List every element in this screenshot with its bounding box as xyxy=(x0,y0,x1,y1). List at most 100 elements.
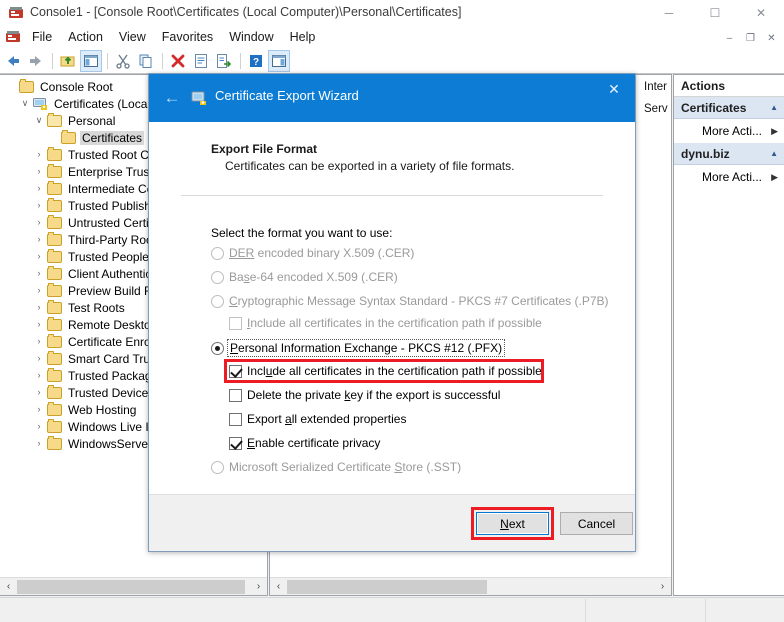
scroll-left-icon[interactable]: ‹ xyxy=(0,579,17,595)
chevron-right-icon[interactable]: › xyxy=(32,418,46,435)
chevron-right-icon[interactable]: › xyxy=(32,367,46,384)
properties-icon[interactable] xyxy=(190,50,212,72)
actions-more-actions-dynu-biz[interactable]: More Acti... ▶ xyxy=(674,165,784,189)
back-icon[interactable] xyxy=(2,50,24,72)
view-icon[interactable] xyxy=(268,49,290,72)
folder-open-icon xyxy=(46,112,64,129)
list-row-cell[interactable]: Serv xyxy=(644,103,668,115)
tree-scroll-thumb[interactable] xyxy=(17,579,245,594)
checkbox[interactable] xyxy=(229,365,242,378)
maximize-button[interactable]: ☐ xyxy=(692,0,738,26)
menu-item-window[interactable]: Window xyxy=(221,28,281,46)
option-label-post: nable certificate privacy xyxy=(255,436,381,450)
actions-group-dynu-biz[interactable]: dynu.biz ▲ xyxy=(674,143,784,165)
actions-group-title: Certificates xyxy=(681,100,747,115)
option-label-post: de all certificates in the certification… xyxy=(272,364,542,378)
window-controls: ─ ☐ ✕ xyxy=(646,0,784,26)
checkbox[interactable] xyxy=(229,437,242,450)
folder-icon xyxy=(46,384,64,401)
chevron-down-icon[interactable]: ∨ xyxy=(32,112,46,129)
chevron-right-icon[interactable]: › xyxy=(32,214,46,231)
cut-icon[interactable] xyxy=(112,50,134,72)
list-scroll-thumb[interactable] xyxy=(287,579,487,594)
radio-button[interactable] xyxy=(211,342,224,355)
scroll-right-icon[interactable]: › xyxy=(654,579,671,595)
scroll-right-icon[interactable]: › xyxy=(250,579,267,595)
option-label-post: ey if the export is successful xyxy=(350,388,501,402)
export-extended-properties-option[interactable]: Export all extended properties xyxy=(229,412,406,426)
chevron-right-icon[interactable]: › xyxy=(32,299,46,316)
chevron-down-icon[interactable]: ∨ xyxy=(18,95,32,112)
folder-icon xyxy=(46,214,64,231)
show-hide-tree-icon[interactable] xyxy=(80,49,102,72)
cancel-button[interactable]: Cancel xyxy=(560,512,633,535)
chevron-right-icon[interactable]: › xyxy=(32,248,46,265)
chevron-right-icon[interactable]: › xyxy=(32,350,46,367)
mdi-restore-button[interactable]: ❐ xyxy=(740,28,761,48)
chevron-right-icon[interactable]: › xyxy=(32,163,46,180)
base64-option: Base-64 encoded X.509 (.CER) xyxy=(211,270,398,284)
copy-icon[interactable] xyxy=(135,50,157,72)
chevron-right-icon[interactable]: › xyxy=(32,146,46,163)
toolbar-separator xyxy=(52,52,53,69)
next-button[interactable]: Next xyxy=(476,512,549,535)
chevron-up-icon[interactable]: ▲ xyxy=(770,149,778,158)
option-label: Base-64 encoded X.509 (.CER) xyxy=(229,270,398,284)
list-column-issued-to[interactable]: Inter xyxy=(644,81,667,93)
mdi-close-button[interactable]: ✕ xyxy=(761,28,782,48)
forward-icon[interactable] xyxy=(25,50,47,72)
list-horizontal-scrollbar[interactable]: ‹ › xyxy=(270,577,671,595)
help-icon[interactable]: ? xyxy=(245,50,267,72)
option-label-pre: Delete the private xyxy=(247,388,345,402)
chevron-right-icon: ▶ xyxy=(771,171,778,182)
menu-item-action[interactable]: Action xyxy=(60,28,111,46)
option-label-accelerator: P xyxy=(230,341,239,355)
enable-certificate-privacy-option[interactable]: Enable certificate privacy xyxy=(229,436,380,450)
back-arrow-icon[interactable]: ← xyxy=(161,88,183,108)
close-button[interactable]: ✕ xyxy=(738,0,784,26)
menu-item-favorites[interactable]: Favorites xyxy=(154,28,221,46)
chevron-right-icon[interactable]: › xyxy=(32,384,46,401)
chevron-right-icon[interactable]: › xyxy=(32,401,46,418)
chevron-right-icon[interactable]: › xyxy=(32,197,46,214)
menu-item-help[interactable]: Help xyxy=(282,28,324,46)
pkcs12-pfx-option[interactable]: Personal Information Exchange - PKCS #12… xyxy=(211,339,506,357)
toolbar-separator xyxy=(107,52,108,69)
option-label: Include all certificates in the certific… xyxy=(247,316,542,330)
chevron-right-icon[interactable]: › xyxy=(32,231,46,248)
export-icon[interactable] xyxy=(213,50,235,72)
scroll-left-icon[interactable]: ‹ xyxy=(270,579,287,595)
checkbox[interactable] xyxy=(229,389,242,402)
menu-item-view[interactable]: View xyxy=(111,28,154,46)
certificates-snapin-icon xyxy=(32,96,50,112)
chevron-right-icon[interactable]: › xyxy=(32,282,46,299)
up-folder-icon[interactable] xyxy=(57,50,79,72)
page-title: Console1 - [Console Root\Certificates (L… xyxy=(30,5,462,19)
minimize-button[interactable]: ─ xyxy=(646,0,692,26)
checkbox[interactable] xyxy=(229,413,242,426)
chevron-right-icon[interactable]: › xyxy=(32,333,46,350)
certificate-export-icon xyxy=(191,89,208,106)
dialog-close-icon[interactable]: ✕ xyxy=(593,74,635,104)
tree-horizontal-scrollbar[interactable]: ‹ › xyxy=(0,577,267,595)
chevron-right-icon[interactable]: › xyxy=(32,265,46,282)
list-scroll-track[interactable] xyxy=(287,578,654,595)
menu-item-file[interactable]: File xyxy=(24,28,60,46)
tree-scroll-track[interactable] xyxy=(17,578,250,595)
chevron-right-icon[interactable]: › xyxy=(32,435,46,452)
dialog-heading: Export File Format xyxy=(211,142,318,156)
mdi-minimize-button[interactable]: – xyxy=(719,28,740,48)
chevron-right-icon[interactable]: › xyxy=(32,316,46,333)
delete-icon[interactable] xyxy=(167,50,189,72)
option-label-pre: Microsoft Serialized Certificate xyxy=(229,460,395,474)
folder-icon xyxy=(46,231,64,248)
delete-private-key-option[interactable]: Delete the private key if the export is … xyxy=(229,388,500,402)
tree-item-label: Remote Desktop xyxy=(68,317,158,332)
dialog-prompt: Select the format you want to use: xyxy=(211,226,393,240)
pfx-include-all-option[interactable]: Include all certificates in the certific… xyxy=(229,364,542,378)
actions-group-certificates[interactable]: Certificates ▲ xyxy=(674,97,784,119)
chevron-right-icon[interactable]: › xyxy=(32,180,46,197)
chevron-up-icon[interactable]: ▲ xyxy=(770,103,778,112)
actions-more-actions-certificates[interactable]: More Acti... ▶ xyxy=(674,119,784,143)
folder-icon xyxy=(46,418,64,435)
